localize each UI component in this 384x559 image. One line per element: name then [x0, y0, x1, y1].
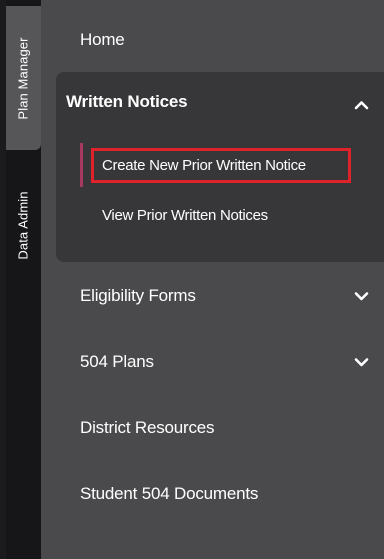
chevron-down-icon	[354, 358, 369, 367]
nav-item-eligibility-forms-label: Eligibility Forms	[80, 286, 196, 305]
app-frame: Plan Manager Data Admin Home Written Not…	[0, 0, 384, 559]
nav-item-eligibility-forms[interactable]: Eligibility Forms	[41, 278, 384, 314]
nav-item-student-504-documents[interactable]: Student 504 Documents	[41, 476, 384, 512]
nav-item-district-resources-label: District Resources	[80, 418, 215, 437]
nav-item-home-label: Home	[80, 30, 125, 49]
nav-item-504-plans-label: 504 Plans	[80, 352, 154, 371]
tab-plan-manager-label: Plan Manager	[16, 36, 32, 120]
chevron-down-icon	[354, 292, 369, 301]
tab-plan-manager[interactable]: Plan Manager	[6, 6, 41, 150]
tab-data-admin[interactable]: Data Admin	[6, 150, 41, 300]
navigation-panel: Home Written Notices Create New Prior Wr…	[41, 0, 384, 559]
tab-data-admin-label: Data Admin	[16, 190, 32, 260]
nav-item-home[interactable]: Home	[41, 22, 384, 58]
highlight-annotation-box	[91, 148, 351, 183]
nav-item-student-504-documents-label: Student 504 Documents	[80, 484, 259, 503]
nav-subitem-view-prior-written-notices[interactable]: View Prior Written Notices	[56, 198, 384, 232]
nav-item-district-resources[interactable]: District Resources	[41, 410, 384, 446]
nav-group-written-notices-title[interactable]: Written Notices	[66, 92, 188, 112]
nav-item-504-plans[interactable]: 504 Plans	[41, 344, 384, 380]
vertical-tab-bar: Plan Manager Data Admin	[6, 0, 41, 559]
chevron-up-icon[interactable]	[354, 100, 369, 110]
nav-subitem-view-label: View Prior Written Notices	[102, 206, 268, 224]
